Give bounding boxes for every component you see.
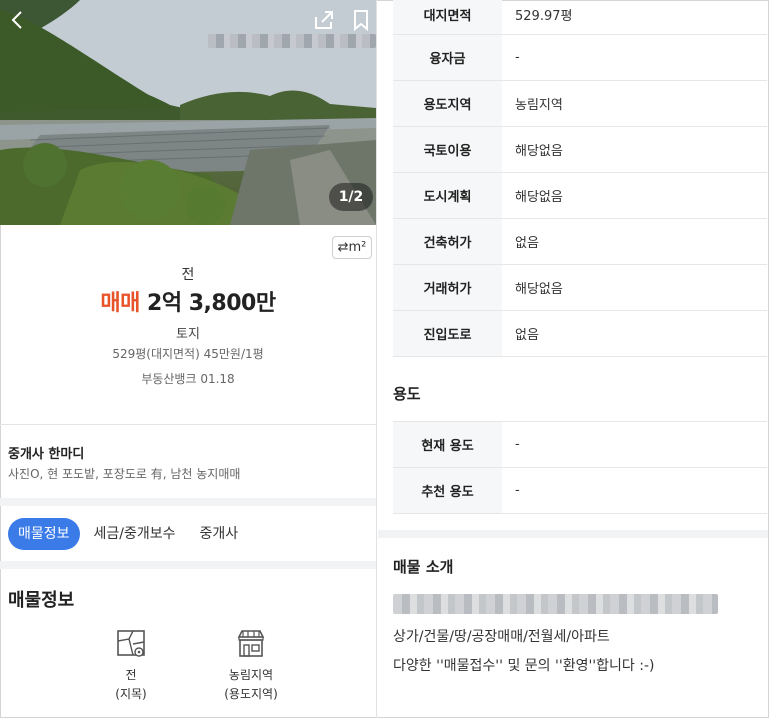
zoning-value: 농림지역 <box>228 668 274 682</box>
land-category-item: 전 (지목) <box>86 628 176 704</box>
land-category-label: (지목) <box>115 687 147 701</box>
row-value: 해당없음 <box>502 172 767 219</box>
blurred-address <box>208 34 376 48</box>
building-store-icon <box>237 630 265 657</box>
land-map-icon <box>117 630 145 657</box>
deal-type: 매매 <box>100 291 140 316</box>
row-key: 거래허가 <box>393 264 502 311</box>
row-key: 용도지역 <box>393 80 502 127</box>
intro-line-1: 상가/건물/땅/공장매매/전월세/아파트 <box>393 629 610 645</box>
table-row: 융자금 - <box>393 34 767 81</box>
row-key: 건축허가 <box>393 218 502 265</box>
share-icon[interactable] <box>312 8 336 32</box>
back-icon[interactable] <box>6 8 30 32</box>
row-key: 융자금 <box>393 34 502 81</box>
section-divider <box>378 530 768 538</box>
table-row: 추천 용도 - <box>393 467 767 514</box>
unit-toggle-button[interactable]: ⇄m² <box>332 236 372 259</box>
area-price-info: 529평(대지면적) 45만원/1평 <box>112 347 264 361</box>
row-value: - <box>502 421 767 468</box>
row-key: 추천 용도 <box>393 467 502 514</box>
listing-source: 부동산뱅크 01.18 <box>141 372 235 386</box>
table-row: 대지면적 529.97평 <box>393 0 767 35</box>
divider <box>0 424 376 425</box>
land-info-table: 대지면적 529.97평 융자금 - 용도지역 농림지역 국토이용 해당없음 도시계획 해… <box>393 0 767 357</box>
section-title: 매물정보 <box>8 590 75 611</box>
row-value: 없음 <box>502 310 767 357</box>
row-value: 해당없음 <box>502 264 767 311</box>
blurred-intro-text <box>393 594 718 614</box>
table-row: 용도지역 농림지역 <box>393 80 767 127</box>
listing-panel: 1/2 ⇄m² 전 매매 2억 3,800만 토지 529평(대지면적) 45만… <box>0 0 377 718</box>
row-key: 국토이용 <box>393 126 502 173</box>
tab-listing-info[interactable]: 매물정보 <box>8 518 80 550</box>
section-divider <box>0 561 376 569</box>
photo-counter: 1/2 <box>329 183 373 211</box>
price-line: 매매 2억 3,800만 <box>0 285 376 317</box>
usage-title: 용도 <box>393 385 421 403</box>
row-key: 진입도로 <box>393 310 502 357</box>
detail-tabs: 매물정보 세금/중개보수 중개사 <box>8 518 248 550</box>
table-row: 진입도로 없음 <box>393 310 767 357</box>
row-key: 대지면적 <box>393 0 502 35</box>
bookmark-icon[interactable] <box>349 8 373 32</box>
row-key: 현재 용도 <box>393 421 502 468</box>
row-value: 해당없음 <box>502 126 767 173</box>
zoning-label: (용도지역) <box>224 687 278 701</box>
row-key: 도시계획 <box>393 172 502 219</box>
table-row: 도시계획 해당없음 <box>393 172 767 219</box>
table-row: 현재 용도 - <box>393 421 767 468</box>
table-row: 건축허가 없음 <box>393 218 767 265</box>
table-row: 국토이용 해당없음 <box>393 126 767 173</box>
land-category-value: 전 <box>125 668 137 682</box>
agent-comment-title: 중개사 한마디 <box>8 447 85 462</box>
row-value: 529.97평 <box>502 0 767 35</box>
property-type: 전 <box>181 267 195 283</box>
usage-table: 현재 용도 - 추천 용도 - <box>393 421 767 514</box>
land-detail-panel: 대지면적 529.97평 융자금 - 용도지역 농림지역 국토이용 해당없음 도시계획 해… <box>378 0 768 718</box>
agent-comment-text: 사진O, 현 포도밭, 포장도로 有, 남천 농지매매 <box>8 467 241 481</box>
listing-photo[interactable]: 1/2 <box>0 0 376 225</box>
row-value: 없음 <box>502 218 767 265</box>
tab-agent[interactable]: 중개사 <box>190 518 249 550</box>
intro-title: 매물 소개 <box>393 558 454 576</box>
section-divider <box>0 498 376 506</box>
property-category: 토지 <box>176 327 200 342</box>
zoning-item: 농림지역 (용도지역) <box>206 628 296 704</box>
intro-line-2: 다양한 ''매물접수'' 및 문의 ''환영''합니다 :-) <box>393 658 655 674</box>
row-value: - <box>502 467 767 514</box>
tab-tax-fee[interactable]: 세금/중개보수 <box>84 518 186 550</box>
row-value: 농림지역 <box>502 80 767 127</box>
row-value: - <box>502 34 767 81</box>
price: 2억 3,800만 <box>147 291 276 316</box>
table-row: 거래허가 해당없음 <box>393 264 767 311</box>
